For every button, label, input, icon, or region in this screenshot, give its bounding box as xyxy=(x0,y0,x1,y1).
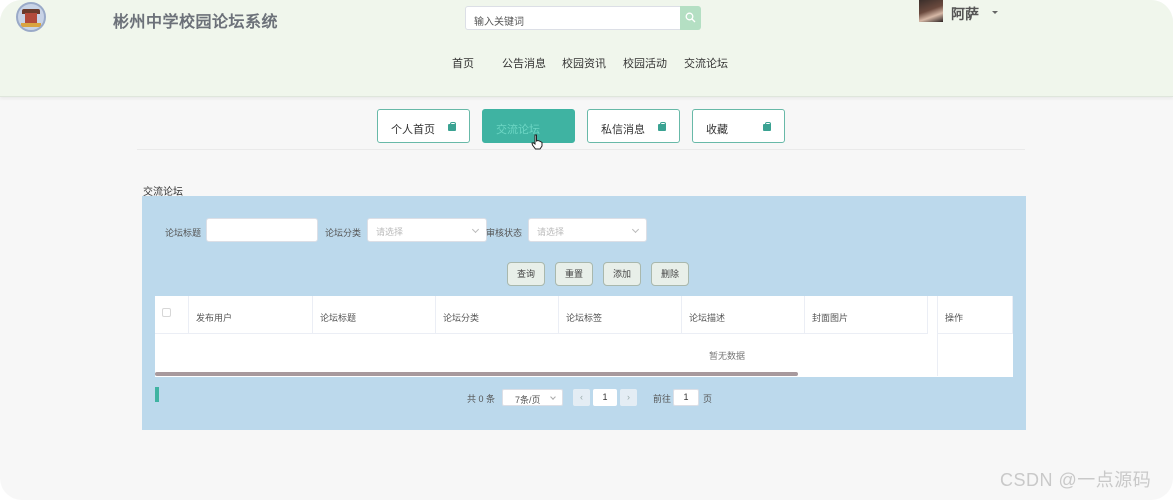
school-logo xyxy=(16,2,46,32)
category-select[interactable]: 请选择 xyxy=(367,218,487,242)
status-select-placeholder: 请选择 xyxy=(537,227,565,237)
query-button[interactable]: 查询 xyxy=(507,262,545,286)
bag-icon xyxy=(763,122,771,131)
empty-table-text: 暂无数据 xyxy=(709,351,746,361)
chevron-down-icon xyxy=(631,225,640,234)
next-page-button[interactable]: › xyxy=(620,389,637,406)
fixed-column-border xyxy=(937,334,938,376)
page: 彬州中学校园论坛系统 输入关键词 阿萨 首页 公告消息 校园资讯 校园活动 交流… xyxy=(0,0,1173,500)
avatar[interactable] xyxy=(919,0,943,22)
accent-marker xyxy=(155,387,159,402)
goto-label: 前往 xyxy=(653,394,672,404)
add-button[interactable]: 添加 xyxy=(603,262,641,286)
card-private-messages[interactable]: 私信消息 xyxy=(587,109,680,143)
select-all-cell xyxy=(155,296,189,334)
username[interactable]: 阿萨 xyxy=(951,4,979,24)
goto-page-input[interactable]: 1 xyxy=(673,389,699,406)
search-input[interactable]: 输入关键词 xyxy=(465,6,681,30)
nav-forum[interactable]: 交流论坛 xyxy=(684,55,728,71)
column-header[interactable]: 论坛分类 xyxy=(436,296,559,334)
chevron-down-icon xyxy=(471,225,480,234)
delete-button[interactable]: 删除 xyxy=(651,262,689,286)
status-select[interactable]: 请选择 xyxy=(528,218,647,242)
nav-notices[interactable]: 公告消息 xyxy=(502,55,546,71)
pagination-total: 共 0 条 xyxy=(467,394,496,404)
card-label: 个人首页 xyxy=(391,124,435,136)
page-size-select[interactable]: 7条/页 xyxy=(502,389,563,406)
card-label: 收藏 xyxy=(706,124,728,136)
chevron-down-icon xyxy=(550,394,556,400)
column-header[interactable]: 论坛标题 xyxy=(313,296,436,334)
select-all-checkbox[interactable] xyxy=(162,308,171,317)
divider xyxy=(137,149,1025,150)
column-header[interactable]: 论坛标签 xyxy=(559,296,682,334)
filter-category-label: 论坛分类 xyxy=(325,228,362,238)
current-page[interactable]: 1 xyxy=(593,389,617,406)
forum-table: 发布用户 论坛标题 论坛分类 论坛标签 论坛描述 封面图片 操作 xyxy=(155,296,1013,377)
search-button[interactable] xyxy=(680,6,701,30)
card-favorites[interactable]: 收藏 xyxy=(692,109,785,143)
chevron-down-icon[interactable] xyxy=(992,11,998,14)
nav-home[interactable]: 首页 xyxy=(452,55,474,71)
card-personal-home[interactable]: 个人首页 xyxy=(377,109,470,143)
card-label: 私信消息 xyxy=(601,124,645,136)
bag-icon xyxy=(658,122,666,131)
nav-campus-activities[interactable]: 校园活动 xyxy=(623,55,667,71)
column-header[interactable]: 封面图片 xyxy=(805,296,928,334)
watermark: CSDN @一点源码 xyxy=(1000,470,1152,490)
table-horizontal-scrollbar[interactable] xyxy=(155,372,798,376)
card-forum[interactable]: 交流论坛 xyxy=(482,109,575,143)
header: 彬州中学校园论坛系统 输入关键词 阿萨 首页 公告消息 校园资讯 校园活动 交流… xyxy=(0,0,1173,97)
site-title: 彬州中学校园论坛系统 xyxy=(113,14,279,31)
hand-cursor-icon xyxy=(531,134,543,150)
category-select-placeholder: 请选择 xyxy=(376,227,404,237)
forum-title-input[interactable] xyxy=(206,218,318,242)
filter-title-label: 论坛标题 xyxy=(165,228,202,238)
nav-campus-news[interactable]: 校园资讯 xyxy=(562,55,606,71)
page-size-value: 7条/页 xyxy=(515,395,541,405)
bag-icon xyxy=(448,122,456,131)
page-suffix: 页 xyxy=(703,394,713,404)
column-header-actions[interactable]: 操作 xyxy=(937,296,1013,334)
column-header[interactable]: 发布用户 xyxy=(189,296,313,334)
column-header[interactable]: 论坛描述 xyxy=(682,296,805,334)
reset-button[interactable]: 重置 xyxy=(555,262,593,286)
search-icon xyxy=(685,12,696,23)
prev-page-button[interactable]: ‹ xyxy=(573,389,590,406)
filter-status-label: 审核状态 xyxy=(486,228,523,238)
